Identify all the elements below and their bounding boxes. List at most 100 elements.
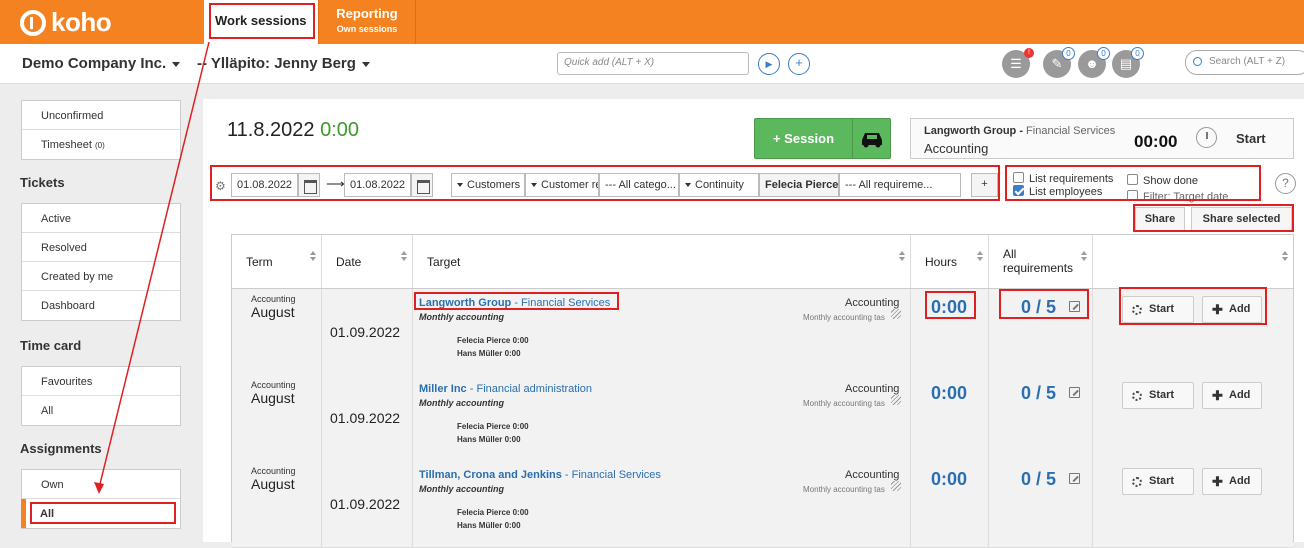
list-requirements-checkbox[interactable]: List requirements [1013,172,1113,185]
service-name: Financial Services [571,469,661,481]
customer-name: Miller Inc [419,383,467,395]
add-button[interactable]: ✚ Add [1202,382,1262,409]
tab-reporting-sub: Own sessions [336,24,398,34]
company-selector[interactable]: Demo Company Inc. [22,55,181,72]
chevron-down-icon [361,61,370,67]
timer-start-button[interactable]: Start [1236,131,1266,146]
car-icon [862,133,882,148]
requirements-value[interactable]: 0 / 5 [1021,383,1056,404]
requirements-select[interactable]: --- All requireme... [839,173,961,197]
play-icon: ▶ [765,59,773,69]
list-employees-checkbox[interactable]: List employees [1013,185,1102,198]
resize-handle-icon[interactable] [891,481,901,491]
date-to-input[interactable]: 01.08.2022 [344,173,411,197]
search-input[interactable]: Search (ALT + Z) [1185,50,1304,75]
timer-stop-button[interactable] [1196,127,1217,148]
column-target[interactable]: Target [413,235,911,288]
sidebar-item-timesheet[interactable]: Timesheet (0) [22,130,180,159]
help-icon[interactable]: ? [1275,173,1296,194]
search-icon [1193,57,1202,66]
settings-gear-icon[interactable]: ⚙ [215,179,226,193]
share-selected-button[interactable]: Share selected [1191,207,1292,231]
checkbox-box [1013,172,1024,183]
employee-hours: Felecia Pierce 0:00 [457,422,529,431]
messages-badge: 0 [1131,47,1144,60]
hours-value[interactable]: 0:00 [931,297,967,318]
add-filter-button[interactable]: + [971,173,998,197]
table-row[interactable]: Accounting August 01.09.2022 Miller Inc … [232,375,1293,462]
tab-reporting[interactable]: Reporting Own sessions [318,0,416,44]
day-total: 0:00 [320,119,359,141]
calendar-from-icon[interactable] [298,173,320,197]
start-label: Start [1149,303,1175,315]
requirements-value[interactable]: 0 / 5 [1021,469,1056,490]
column-actions[interactable] [1093,235,1293,288]
edit-icon[interactable] [1069,301,1080,312]
user-selector[interactable]: -- Ylläpito: Jenny Berg [197,55,370,72]
start-button[interactable]: Start [1122,468,1194,495]
sidebar-item-active[interactable]: Active [22,204,180,233]
filter-target-date-checkbox[interactable]: Filter: Target date [1127,190,1228,203]
hours-value[interactable]: 0:00 [931,469,967,490]
sub-bar: Demo Company Inc. -- Ylläpito: Jenny Ber… [0,44,1304,84]
assignments-heading: Assignments [20,441,102,456]
tab-work-sessions[interactable]: Work sessions [204,0,318,44]
show-done-checkbox[interactable]: Show done [1127,174,1198,187]
row-date: 01.09.2022 [330,496,401,512]
hours-value[interactable]: 0:00 [931,383,967,404]
customers-filter[interactable]: Customers [451,173,525,197]
current-date: 11.8.2022 [227,119,315,141]
service-name: Financial Services [521,297,611,309]
message-icon: ▤ [1119,56,1133,71]
sidebar-item-resolved[interactable]: Resolved [22,233,180,262]
table-row[interactable]: Accounting August 01.09.2022 Tillman, Cr… [232,461,1293,548]
sidebar-item-unconfirmed[interactable]: Unconfirmed [22,101,180,130]
add-button[interactable]: ✚ Add [1202,468,1262,495]
start-button[interactable]: Start [1122,296,1194,323]
company-name: Demo Company Inc. [22,55,167,72]
sidebar-item-favourites[interactable]: Favourites [22,367,180,396]
sidebar-item-timecard-all[interactable]: All [22,396,180,425]
share-button[interactable]: Share [1135,207,1185,231]
target-link[interactable]: Miller Inc - Financial administration [419,383,592,395]
column-date[interactable]: Date [322,235,413,288]
employee-filter[interactable]: Felecia Pierce [759,173,839,197]
add-button[interactable]: ✚ Add [1202,296,1262,323]
employee-hours: Hans Müller 0:00 [457,349,521,358]
column-requirements[interactable]: All requirements [989,235,1093,288]
edit-icon[interactable] [1069,473,1080,484]
categories-select[interactable]: --- All catego... [599,173,679,197]
column-term[interactable]: Term [232,235,322,288]
timer-customer-name: Langworth Group [924,125,1017,137]
continuity-filter[interactable]: Continuity [679,173,759,197]
sidebar-item-dashboard[interactable]: Dashboard [22,291,180,320]
calendar-to-icon[interactable] [411,173,433,197]
add-session-button[interactable]: + Session [754,118,853,159]
column-hours[interactable]: Hours [911,235,989,288]
quick-add-input[interactable]: Quick add (ALT + X) [557,52,749,75]
target-link[interactable]: Tillman, Crona and Jenkins - Financial S… [419,469,661,481]
term-category: Accounting [251,466,296,476]
start-button[interactable]: Start [1122,382,1194,409]
travel-button[interactable] [852,118,891,159]
koho-logo[interactable]: koho [20,7,112,38]
resize-handle-icon[interactable] [891,395,901,405]
requirements-value[interactable]: 0 / 5 [1021,297,1056,318]
date-from-input[interactable]: 01.08.2022 [231,173,298,197]
assignments-table: Term Date Target Hours All requirements … [231,234,1294,548]
sidebar-item-own[interactable]: Own [21,470,180,499]
customer-responsible-filter[interactable]: Customer re [525,173,599,197]
sidebar-item-created-by-me[interactable]: Created by me [22,262,180,291]
play-button[interactable]: ▶ [758,53,780,75]
resize-handle-icon[interactable] [891,309,901,319]
active-timer: Langworth Group - Financial Services Acc… [910,118,1294,159]
timer-task: Accounting [924,141,989,156]
timer-clock: 00:00 [1134,132,1178,151]
table-row[interactable]: Accounting August 01.09.2022 Langworth G… [232,289,1293,376]
sidebar-item-assignments-all[interactable]: All [21,499,180,528]
target-link[interactable]: Langworth Group - Financial Services [419,297,610,309]
user-name: -- Ylläpito: Jenny Berg [197,55,356,72]
list-employees-label: List employees [1029,186,1103,198]
edit-icon[interactable] [1069,387,1080,398]
add-circle-button[interactable]: + [788,53,810,75]
